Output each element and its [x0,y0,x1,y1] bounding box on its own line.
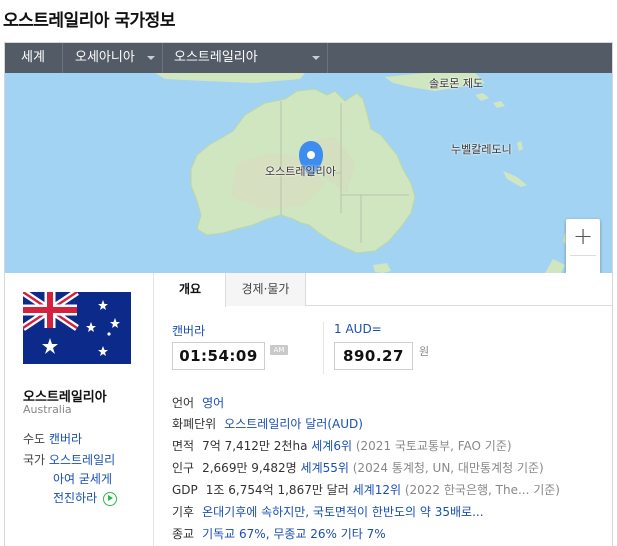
info-key: 면적 [172,439,195,453]
currency-link[interactable]: 오스트레일리아 달러(AUD) [224,417,363,431]
breadcrumb: 세계 오세아니아 오스트레일리아 [5,43,612,73]
anthem-link-text[interactable]: 전진하라 [53,491,97,505]
currency-label[interactable]: 1 AUD= [334,322,382,336]
play-icon[interactable] [103,491,117,506]
currency-unit: 원 [419,345,430,358]
area-rank-link[interactable]: 세계6위 [311,439,352,453]
info-key: 기후 [172,505,195,519]
tasmania-shape [373,263,391,273]
gdp-value: 1조 6,754억 1,867만 달러 [205,483,349,497]
solomon-islands-shape [475,93,505,108]
ampm-badge: AM [270,345,288,355]
anthem-link[interactable]: 오스트레일리 [49,453,115,467]
clock-time: 01:54:09 [172,342,265,370]
population-rank-link[interactable]: 세계55위 [301,461,349,475]
language-link[interactable]: 영어 [202,396,224,410]
indonesia-shape [155,73,305,83]
map-label-australia: 오스트레일리아 [265,165,336,178]
flag-australia-icon [23,292,131,364]
widget-divider [323,322,324,374]
vanuatu-shape [517,141,523,151]
breadcrumb-divider [162,43,163,73]
anthem-label: 국가 [23,453,46,467]
religion-link[interactable]: 기독교 67%, 무종교 26% 기타 7% [202,527,386,541]
zoom-in-button[interactable]: + [566,219,600,255]
info-key: 종교 [172,527,195,541]
clock-city: 캔버라 [172,324,206,338]
capital-link[interactable]: 캔버라 [49,432,82,446]
tab-economy[interactable]: 경제·물가 [226,273,306,306]
info-climate: 기후 온대기후에 속하지만, 국토면적이 한반도의 약 35배로... [172,503,484,520]
map-label-solomon: 솔로몬 제도 [429,77,484,90]
climate-link[interactable]: 온대기후에 속하지만, 국토면적이 한반도의 약 35배로... [202,505,483,519]
info-area: 면적 7억 7,412만 2천ha 세계6위 (2021 국토교통부, FAO 기… [172,437,512,454]
zoom-control: + — [566,219,600,273]
info-population: 인구 2,669만 9,482명 세계55위 (2024 통계청, UN, 대만통… [172,459,544,476]
anthem-link-line3[interactable]: 전진하라 [53,489,117,506]
info-religion: 종교 기독교 67%, 무종교 26% 기타 7% [172,525,386,542]
info-tabs: 개요 경제·물가 [155,273,612,307]
info-gdp: GDP 1조 6,754억 1,867만 달러 세계12위 (2022 한국은행,… [172,481,560,498]
population-source: (2024 통계청, UN, 대만통계청 기준) [352,461,544,475]
tab-overview[interactable]: 개요 [155,273,226,307]
chevron-down-icon[interactable] [312,56,320,60]
map-label-new-caledonia: 누벨칼레도니 [451,143,512,156]
info-key: GDP [172,483,198,497]
anthem-link-line2[interactable]: 아여 굳세게 [53,470,112,487]
breadcrumb-country[interactable]: 오스트레일리아 [174,43,258,73]
info-currency: 화폐단위 오스트레일리아 달러(AUD) [172,415,363,432]
breadcrumb-world[interactable]: 세계 [21,43,45,73]
country-sidebar: 오스트레일리아 Australia 수도 캔버라 국가 오스트레일리 아여 굳세… [5,273,154,546]
chevron-down-icon[interactable] [147,56,155,60]
breadcrumb-divider [327,43,328,73]
breadcrumb-region[interactable]: 오세아니아 [75,43,135,73]
zoom-out-button[interactable]: — [566,255,600,273]
info-key: 언어 [172,396,195,410]
anthem-row: 국가 오스트레일리 [23,451,115,468]
gdp-rank-link[interactable]: 세계12위 [353,483,401,497]
capital-row: 수도 캔버라 [23,430,82,447]
country-map[interactable]: 솔로몬 제도 누벨칼레도니 오스트레일리아 + — [5,73,612,273]
breadcrumb-divider [62,43,63,73]
area-value: 7억 7,412만 2천ha [202,439,308,453]
new-caledonia-shape [503,171,527,187]
capital-label: 수도 [23,432,46,446]
gdp-source: (2022 한국은행, The... 기준) [404,483,560,497]
area-source: (2021 국토교통부, FAO 기준) [355,439,512,453]
info-key: 인구 [172,461,195,475]
page-title: 오스트레일리아 국가정보 [3,11,175,31]
exchange-rate: 890.27 [334,342,413,370]
info-key: 화폐단위 [172,417,217,431]
country-name-en: Australia [23,403,72,416]
population-value: 2,669만 9,482명 [202,461,297,475]
info-language: 언어 영어 [172,394,224,411]
